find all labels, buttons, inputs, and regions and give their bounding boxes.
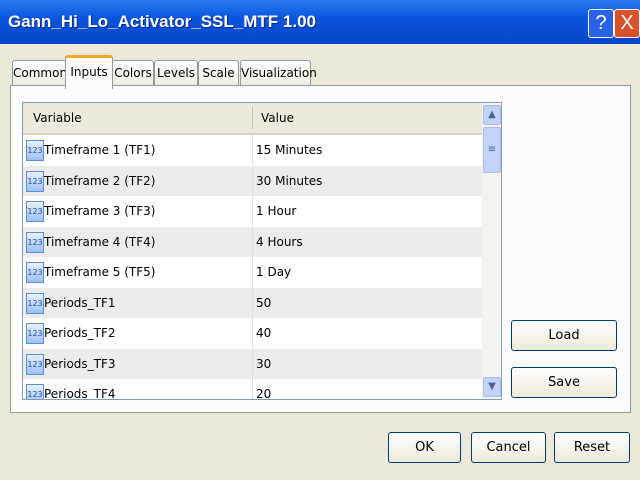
integer-icon: 123: [26, 170, 44, 192]
inputs-table[interactable]: Variable Value 123 Timeframe 1 (TF1) 15 Mi…: [22, 102, 502, 400]
table-row[interactable]: 123 Periods_TF4 20: [23, 379, 482, 400]
table-row[interactable]: 123 Timeframe 2 (TF2) 30 Minutes: [23, 165, 482, 197]
integer-icon: 123: [26, 201, 44, 222]
tab-levels[interactable]: Levels: [154, 60, 198, 86]
tab-visualization[interactable]: Visualization: [240, 60, 317, 86]
help-button[interactable]: ?: [588, 9, 614, 38]
variable-name: Periods_TF1: [44, 295, 116, 310]
variable-name: Timeframe 5 (TF5): [44, 265, 156, 279]
variable-value[interactable]: 30 Minutes: [256, 174, 322, 188]
variable-value[interactable]: 15 Minutes: [256, 143, 322, 157]
tab-colors[interactable]: Colors: [112, 60, 154, 86]
integer-icon: 123: [26, 292, 44, 314]
table-header: Variable Value: [23, 103, 482, 135]
save-button[interactable]: Save: [511, 367, 617, 398]
reset-button[interactable]: Reset: [554, 432, 630, 463]
table-row[interactable]: 123 Timeframe 5 (TF5) 1 Day: [23, 257, 482, 288]
variable-name: Timeframe 2 (TF2): [44, 173, 156, 188]
integer-icon: 123: [26, 353, 44, 375]
scroll-thumb[interactable]: ≡: [483, 127, 501, 173]
variable-value[interactable]: 1 Day: [256, 265, 291, 279]
integer-icon: 123: [26, 323, 44, 344]
table-row[interactable]: 123 Periods_TF2 40: [23, 318, 482, 349]
variable-value[interactable]: 30: [256, 357, 271, 371]
variable-value[interactable]: 1 Hour: [256, 204, 296, 218]
table-row[interactable]: 123 Periods_TF3 30: [23, 348, 482, 380]
ok-button[interactable]: OK: [388, 432, 461, 463]
window-title: Gann_Hi_Lo_Activator_SSL_MTF 1.00: [8, 12, 316, 31]
header-value[interactable]: Value: [261, 111, 294, 125]
header-variable[interactable]: Variable: [33, 111, 82, 125]
table-row[interactable]: 123 Timeframe 1 (TF1) 15 Minutes: [23, 135, 482, 166]
tab-common[interactable]: Common: [12, 60, 67, 86]
scroll-up-button[interactable]: ▲: [483, 105, 501, 125]
tab-scale[interactable]: Scale: [198, 60, 239, 86]
tab-inputs[interactable]: Inputs: [65, 55, 113, 89]
variable-name: Periods_TF4: [44, 387, 116, 400]
variable-value[interactable]: 40: [256, 326, 271, 340]
vertical-scrollbar[interactable]: ▲ ≡ ▼: [482, 103, 501, 399]
variable-value[interactable]: 50: [256, 296, 271, 310]
variable-name: Timeframe 1 (TF1): [44, 143, 156, 157]
close-button[interactable]: X: [614, 9, 640, 38]
variable-name: Periods_TF2: [44, 326, 116, 340]
scroll-down-button[interactable]: ▼: [483, 377, 501, 397]
integer-icon: 123: [26, 231, 44, 253]
table-row[interactable]: 123 Timeframe 3 (TF3) 1 Hour: [23, 196, 482, 227]
table-row[interactable]: 123 Periods_TF1 50: [23, 287, 482, 319]
variable-name: Periods_TF3: [44, 356, 116, 371]
title-bar: Gann_Hi_Lo_Activator_SSL_MTF 1.00 ? X: [0, 0, 640, 44]
variable-name: Timeframe 4 (TF4): [44, 234, 156, 249]
integer-icon: 123: [26, 262, 44, 283]
integer-icon: 123: [26, 140, 44, 161]
cancel-button[interactable]: Cancel: [471, 432, 546, 463]
variable-value[interactable]: 20: [256, 387, 271, 399]
variable-name: Timeframe 3 (TF3): [44, 204, 156, 218]
integer-icon: 123: [26, 384, 44, 399]
load-button[interactable]: Load: [511, 320, 617, 351]
table-row[interactable]: 123 Timeframe 4 (TF4) 4 Hours: [23, 226, 482, 258]
variable-value[interactable]: 4 Hours: [256, 235, 303, 249]
